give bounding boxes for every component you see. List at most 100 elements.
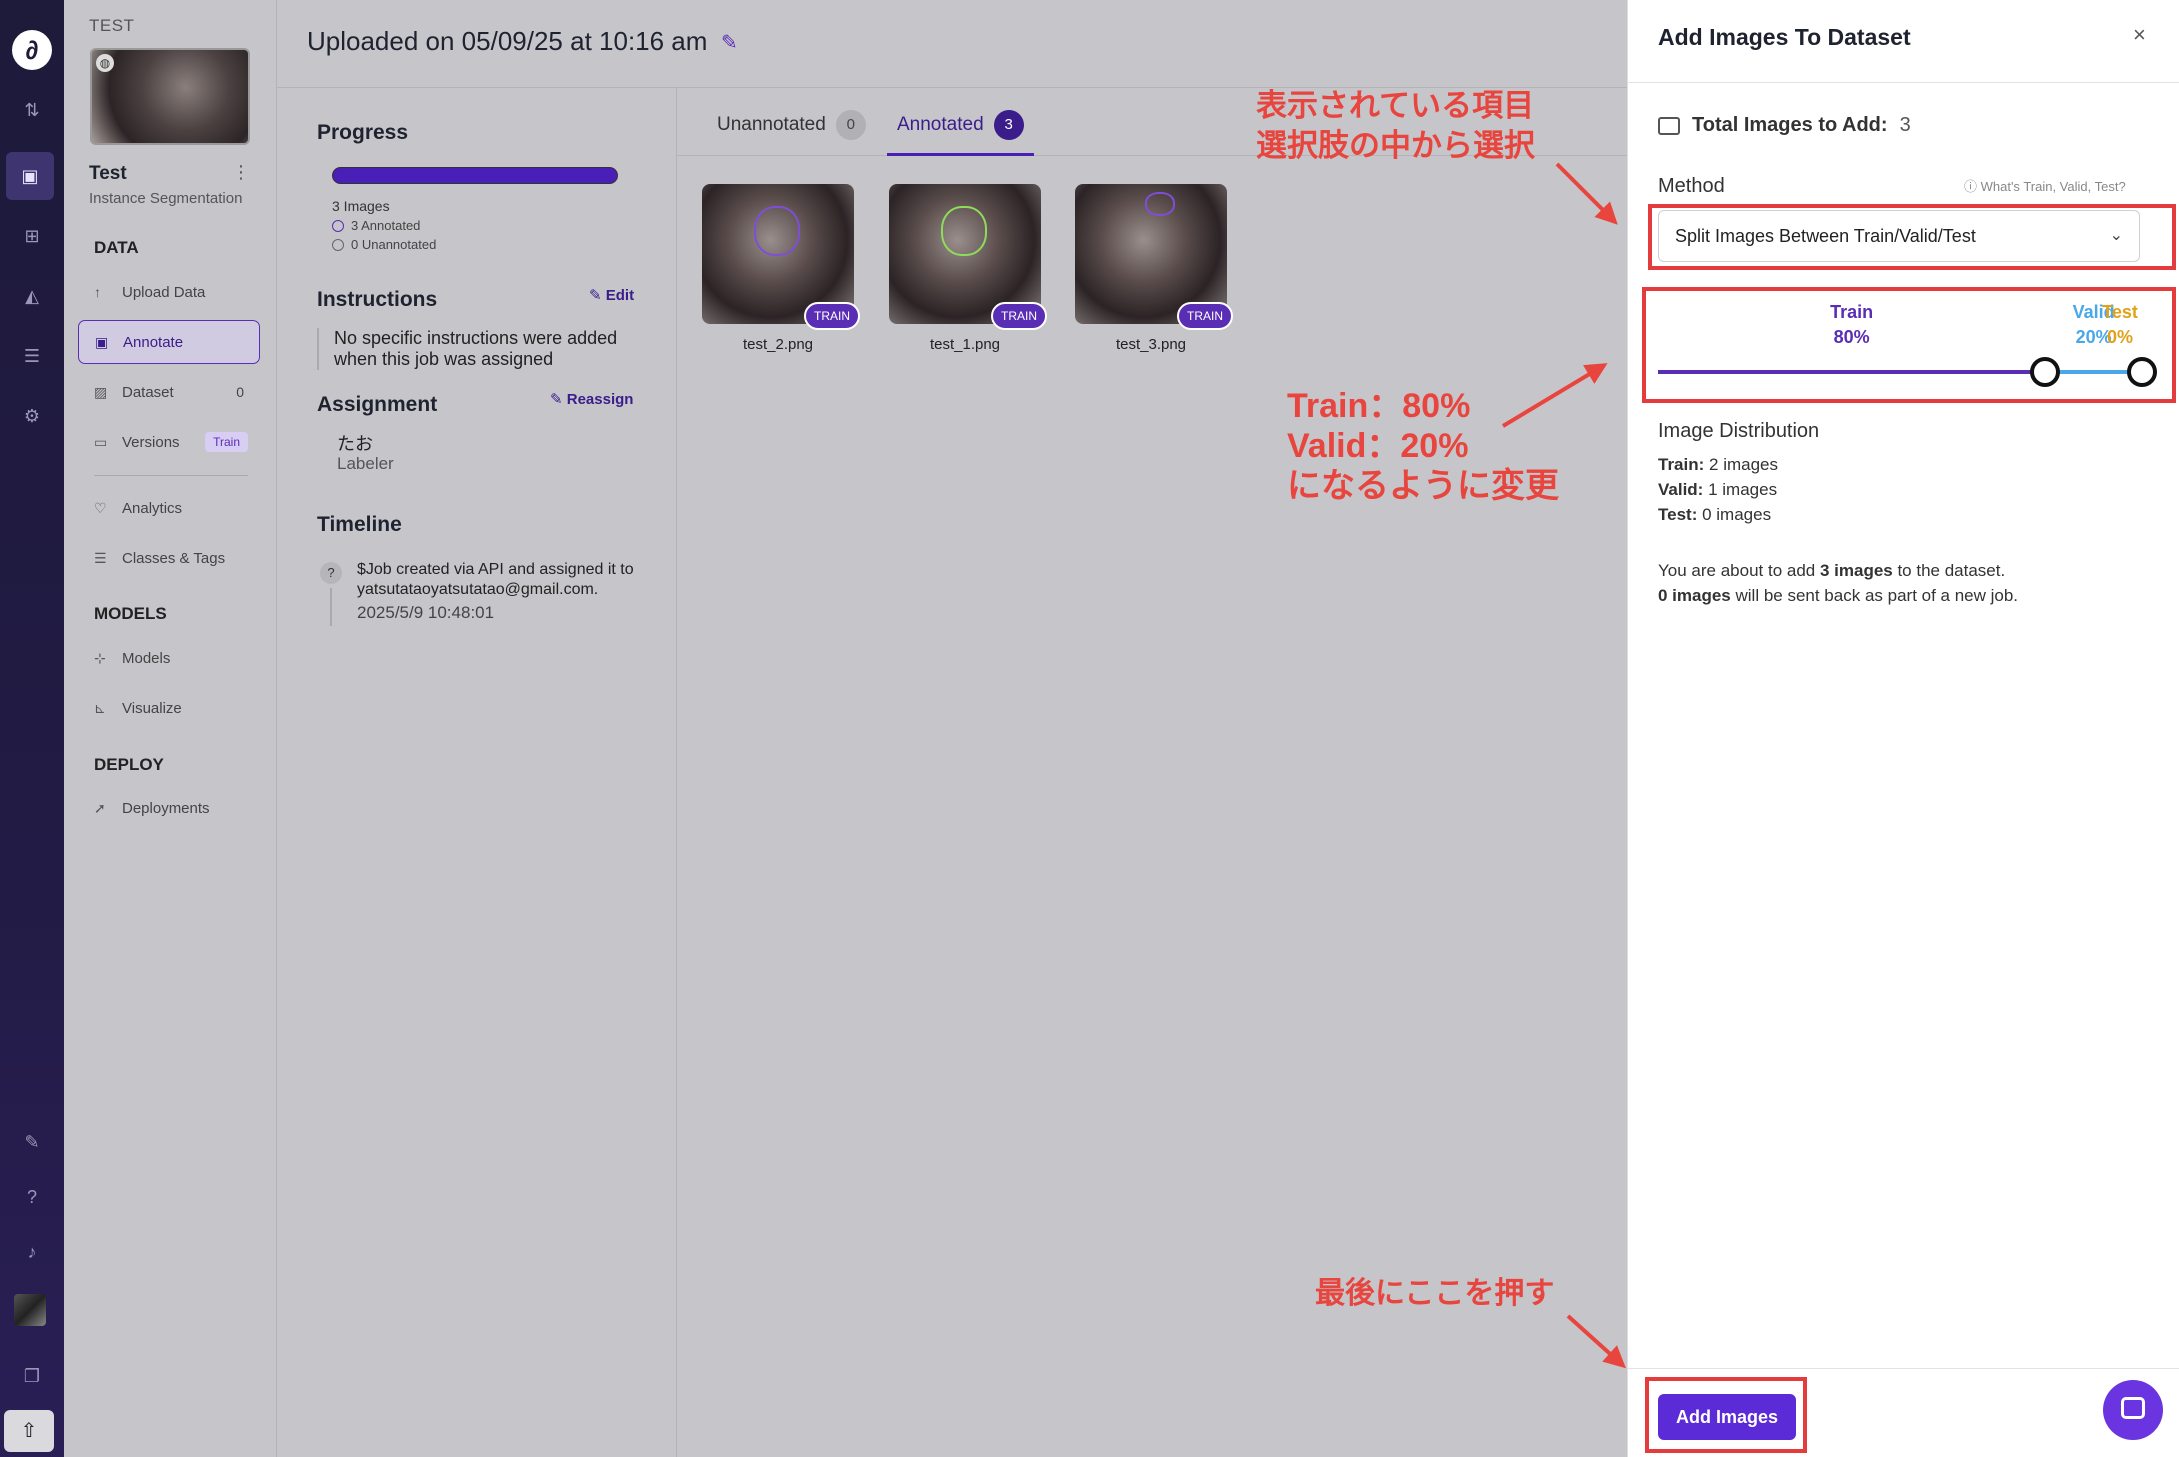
image-thumbnail[interactable]: TRAIN <box>1075 184 1233 330</box>
split-tag: TRAIN <box>804 302 860 330</box>
assignee-name: たお <box>337 434 373 454</box>
sidebar-item-visualize[interactable]: ⊾ Visualize <box>78 686 260 730</box>
sidebar-item-deployments[interactable]: ➚ Deployments <box>78 786 260 830</box>
image-card[interactable]: TRAIN test_1.png <box>889 184 1047 353</box>
chart-icon: ⊾ <box>94 699 106 716</box>
logo-icon[interactable]: ∂ <box>12 30 52 70</box>
kebab-menu-icon[interactable]: ⋮ <box>232 162 250 183</box>
stack-icon[interactable]: ☰ <box>16 340 48 372</box>
edit-icon: ✎ <box>550 391 567 408</box>
rocket-icon: ➚ <box>94 799 106 816</box>
project-name: Test <box>89 163 127 184</box>
avatar[interactable] <box>14 1294 46 1326</box>
annotation-button: 最後にここを押す <box>1315 1277 1555 1310</box>
timeline-event-text: $Job created via API and assigned it to … <box>357 561 634 598</box>
unannotated-dot <box>332 238 344 251</box>
chart-icon[interactable]: ◭ <box>16 280 48 312</box>
upload-icon[interactable]: ⇧ <box>4 1410 54 1452</box>
total-images-value: 3 <box>1899 114 1911 136</box>
chat-icon[interactable] <box>2103 1380 2163 1440</box>
heart-icon: ♡ <box>94 499 107 516</box>
nav-heading-data: DATA <box>94 238 139 257</box>
slider-highlight <box>1642 287 2176 403</box>
sidebar-item-analytics[interactable]: ♡ Analytics <box>78 486 260 530</box>
transfer-icon[interactable]: ⇅ <box>16 94 48 126</box>
progress-heading: Progress <box>317 121 409 144</box>
sidebar-item-classes[interactable]: ☰ Classes & Tags <box>78 536 260 580</box>
workspace-tag: TEST <box>89 16 135 35</box>
annotated-count: 3 Annotated <box>332 218 420 233</box>
image-gallery: Unannotated 0 Annotated 3 TRAIN test_2.p… <box>677 88 1627 1457</box>
edit-title-icon[interactable]: ✎ <box>721 30 738 55</box>
sidebar-item-upload[interactable]: ↑ Upload Data <box>78 270 260 314</box>
layers-icon: ▭ <box>94 433 108 450</box>
summary-text: You are about to add 3 images to the dat… <box>1658 561 2019 605</box>
dataset-count: 0 <box>236 384 244 400</box>
help-icon[interactable]: ? <box>16 1181 48 1213</box>
tab-count: 3 <box>993 110 1024 140</box>
tab-count: 0 <box>835 110 866 140</box>
tab-unannotated[interactable]: Unannotated 0 <box>717 106 866 156</box>
image-card[interactable]: TRAIN test_2.png <box>702 184 860 353</box>
cluster-icon[interactable]: ⊞ <box>16 220 48 252</box>
brush-icon[interactable]: ✎ <box>16 1126 48 1158</box>
edit-instructions-link[interactable]: ✎ Edit <box>589 286 634 304</box>
image-filename: test_3.png <box>1115 336 1187 353</box>
assignee-role: Labeler <box>337 454 394 473</box>
panel-title: Add Images To Dataset <box>1658 24 1911 50</box>
annotation-outline <box>941 206 987 256</box>
gear-icon[interactable]: ⚙ <box>16 400 48 432</box>
page-header: Uploaded on 05/09/25 at 10:16 am ✎ <box>277 0 1627 88</box>
images-count: 3 Images <box>332 198 390 214</box>
bell-icon[interactable]: ♪ <box>16 1236 48 1268</box>
sidebar-item-versions[interactable]: ▭ Versions Train <box>78 420 260 464</box>
divider <box>94 475 248 476</box>
annotation-outline <box>1145 192 1175 216</box>
tab-annotated[interactable]: Annotated 3 <box>887 106 1034 156</box>
button-highlight <box>1645 1377 1807 1453</box>
split-tag: TRAIN <box>1177 302 1233 330</box>
total-images: Total Images to Add: 3 <box>1658 114 1911 137</box>
image-thumbnail[interactable]: TRAIN <box>702 184 860 330</box>
unannotated-count: 0 Unannotated <box>332 237 436 252</box>
annotation-method: 表示されている項目 選択肢の中から選択 <box>1256 88 1535 163</box>
method-label: Method <box>1658 175 1725 197</box>
sidebar-item-annotate[interactable]: ▣ Annotate <box>78 320 260 364</box>
edit-icon: ✎ <box>589 287 606 304</box>
assignment-heading: Assignment <box>317 393 438 416</box>
image-card[interactable]: TRAIN test_3.png <box>1075 184 1233 353</box>
close-icon[interactable]: × <box>2133 22 2146 48</box>
progress-bar <box>332 167 618 184</box>
inbox-icon[interactable]: ▣ <box>6 152 54 200</box>
docs-icon[interactable]: ❐ <box>16 1360 48 1392</box>
method-highlight <box>1648 204 2176 270</box>
annotation-slider: Train：80% Valid：20% になるように変更 <box>1287 387 1559 505</box>
whats-train-valid-test-link[interactable]: ⓘ What's Train, Valid, Test? <box>1964 176 2126 195</box>
globe-icon: ◍ <box>96 54 114 72</box>
dist-valid: Valid: 1 images <box>1658 480 1778 499</box>
list-icon: ☰ <box>94 549 107 566</box>
image-filename: test_1.png <box>929 336 1001 353</box>
reassign-link[interactable]: ✎ Reassign <box>550 390 633 408</box>
instructions-heading: Instructions <box>317 288 438 311</box>
timeline-event-time: 2025/5/9 10:48:01 <box>357 603 495 622</box>
distribution-heading: Image Distribution <box>1658 420 1820 442</box>
dist-train: Train: 2 images <box>1658 455 1779 474</box>
divider <box>1628 82 2179 83</box>
divider <box>1628 1368 2179 1369</box>
dist-test: Test: 0 images <box>1658 505 1772 524</box>
annotation-outline <box>754 206 800 256</box>
project-sidebar: TEST ◍ Test ⋮ Instance Segmentation DATA… <box>64 0 277 1457</box>
image-thumbnail[interactable]: TRAIN <box>889 184 1047 330</box>
nav-heading-models: MODELS <box>94 604 167 623</box>
project-type: Instance Segmentation <box>89 190 243 207</box>
project-thumbnail[interactable]: ◍ <box>90 48 250 145</box>
sidebar-item-models[interactable]: ⊹ Models <box>78 636 260 680</box>
app-rail: ∂ ⇅ ▣ ⊞ ◭ ☰ ⚙ ✎ ? ♪ ❐ ⇧ <box>0 0 64 1457</box>
image-icon: ▨ <box>94 383 108 400</box>
timeline-heading: Timeline <box>317 513 402 536</box>
timeline-question-icon: ? <box>320 562 342 584</box>
sidebar-item-dataset[interactable]: ▨ Dataset 0 <box>78 370 260 414</box>
page-title: Uploaded on 05/09/25 at 10:16 am <box>307 26 708 56</box>
job-info-panel: Progress 3 Images 3 Annotated 0 Unannota… <box>277 88 677 1457</box>
